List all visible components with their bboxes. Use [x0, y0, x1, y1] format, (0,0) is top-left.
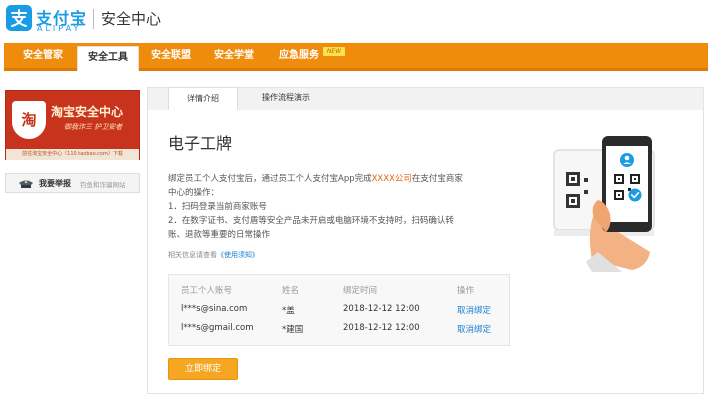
column-header-name: 姓名: [282, 286, 300, 296]
bind-now-button[interactable]: 立即绑定: [168, 358, 238, 380]
table-cell-time: 2018-12-12 12:00: [343, 304, 420, 314]
table-cell-name: *盖: [282, 306, 295, 316]
alipay-logo-icon[interactable]: [6, 5, 32, 31]
nav-item-security-school[interactable]: 安全学堂: [203, 43, 265, 68]
usage-notice-link[interactable]: 《使用须知》: [217, 251, 259, 259]
unbind-link[interactable]: 取消绑定: [457, 323, 491, 335]
report-button[interactable]: 我要举报 钓鱼和诈骗网站: [5, 173, 140, 193]
reference-line: 相关信息请查看《使用须知》: [168, 250, 259, 260]
main-nav: 安全管家 安全工具 安全联盟 安全学堂 应急服务 NEW: [4, 43, 708, 71]
page-title: 电子工牌: [168, 134, 233, 153]
report-label: 我要举报: [39, 179, 71, 188]
new-badge: NEW: [323, 47, 345, 56]
description-line-1: 绑定员工个人支付宝后，通过员工个人支付宝App完成XXXX公司在支付宝商家: [168, 172, 463, 184]
column-header-action: 操作: [457, 286, 475, 296]
shield-char: 淘: [21, 111, 37, 129]
banner-title: 淘宝安全中心: [51, 105, 124, 119]
nav-item-emergency-service[interactable]: 应急服务: [267, 43, 331, 68]
content-tabs: 详情介绍 操作流程演示: [147, 87, 704, 112]
table-cell-name: *建国: [282, 325, 304, 335]
table-cell-time: 2018-12-12 12:00: [343, 323, 420, 333]
site-title: 安全中心: [101, 10, 162, 28]
police-cap-icon: [19, 180, 33, 188]
binding-table: 员工个人账号 姓名 绑定时间 操作 l***s@sina.com *盖 2018…: [168, 274, 510, 346]
taobao-security-banner[interactable]: 淘 淘宝安全中心 御我诈三 护卫安者 前往淘宝安全中心（110.taobao.c…: [5, 90, 140, 160]
nav-item-security-manager[interactable]: 安全管家: [12, 43, 74, 68]
banner-download-link[interactable]: 前往淘宝安全中心（110.taobao.com）下载: [6, 149, 139, 160]
tab-details[interactable]: 详情介绍: [168, 87, 238, 112]
reference-text: 相关信息请查看: [168, 251, 217, 259]
table-cell-account: l***s@sina.com: [181, 304, 248, 314]
company-name-highlight: XXXX公司: [371, 174, 412, 184]
description-line-3: 1．扫码登录当前商家账号: [168, 202, 267, 212]
banner-slogan: 御我诈三 护卫安者: [64, 123, 123, 131]
description-line-2: 中心的操作：: [168, 188, 220, 198]
shield-icon: 淘: [12, 101, 46, 139]
nav-item-security-tools[interactable]: 安全工具: [77, 46, 139, 71]
header: 支付宝 ALIPAY 安全中心: [0, 0, 714, 42]
report-desc: 钓鱼和诈骗网站: [80, 181, 126, 189]
column-header-account: 员工个人账号: [181, 286, 233, 296]
logo-divider: [93, 9, 94, 29]
column-header-time: 绑定时间: [343, 286, 378, 296]
phone-scan-illustration-icon: [553, 136, 655, 272]
description-text: 绑定员工个人支付宝后，通过员工个人支付宝App完成: [168, 174, 372, 184]
tab-operation-demo[interactable]: 操作流程演示: [244, 87, 328, 111]
table-cell-account: l***s@gmail.com: [181, 323, 254, 333]
description-line-4: 2．在数字证书、支付盾等安全产品未开启或电脑环境不支持时，扫码确认转: [168, 216, 454, 226]
description-text: 在支付宝商家: [411, 174, 463, 184]
nav-item-security-alliance[interactable]: 安全联盟: [140, 43, 202, 68]
description-line-5: 账、退款等重要的日常操作: [168, 230, 271, 240]
logo-subtext: ALIPAY: [37, 24, 82, 33]
unbind-link[interactable]: 取消绑定: [457, 304, 491, 316]
